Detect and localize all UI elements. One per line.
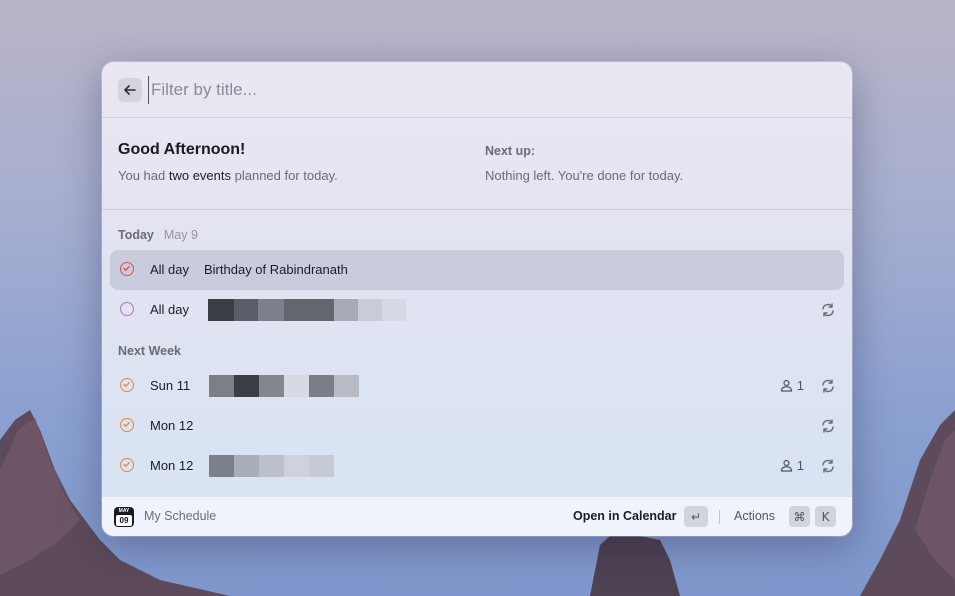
redacted-title [209,455,334,477]
event-count: two events [168,168,232,183]
person-icon [780,459,792,472]
event-title: Birthday of Rabindranath [204,262,348,277]
section-date: May 9 [163,228,198,242]
person-icon [780,379,792,392]
raycast-window: Good Afternoon! You had two events plann… [102,62,852,536]
next-up-title: Next up: [485,144,535,158]
divider [719,510,720,524]
actions-button[interactable]: Actions [734,509,775,523]
event-when: Mon 12 [150,458,194,473]
attendee-count: 1 [780,458,804,473]
event-when: All day [150,262,190,277]
arrow-left-icon [124,85,136,95]
enter-key-hint: ↵ [684,506,708,527]
event-when: All day [150,302,190,317]
repeat-icon [822,379,834,393]
event-row[interactable]: Mon 12 1 [110,446,844,486]
section-header-today: Today May 9 [118,228,198,242]
greeting-subtitle: You had two events planned for today. [118,168,338,183]
search-bar [102,62,852,118]
redacted-title [208,299,406,321]
event-row[interactable]: Sun 11 1 [110,366,844,406]
check-circle-icon [120,378,134,392]
event-row[interactable]: All day Birthday of Rabindranath [110,250,844,290]
summary-panel: Good Afternoon! You had two events plann… [102,118,852,210]
command-key-hint: ⌘ [789,506,810,527]
action-bar: MAY 09 My Schedule Open in Calendar ↵ Ac… [102,496,852,536]
event-when: Mon 12 [150,418,194,433]
back-button[interactable] [118,78,142,102]
k-key-hint: K [815,506,836,527]
event-row[interactable]: All day [110,290,844,330]
attendee-count: 1 [780,378,804,393]
repeat-icon [822,419,834,433]
repeat-icon [822,459,834,473]
circle-icon [120,302,134,316]
event-when: Sun 11 [150,378,191,393]
check-circle-icon [120,458,134,472]
check-circle-icon [120,262,134,276]
check-circle-icon [120,418,134,432]
open-in-calendar-button[interactable]: Open in Calendar [573,509,677,523]
event-row[interactable]: Mon 12 [110,406,844,446]
filter-input[interactable] [148,76,751,104]
section-header-next-week: Next Week [118,344,181,358]
redacted-title [209,375,359,397]
next-up-text: Nothing left. You're done for today. [485,168,684,183]
greeting-title: Good Afternoon! [118,141,246,158]
calendar-icon: MAY 09 [114,507,134,527]
repeat-icon [822,303,834,317]
extension-name: My Schedule [144,509,217,523]
